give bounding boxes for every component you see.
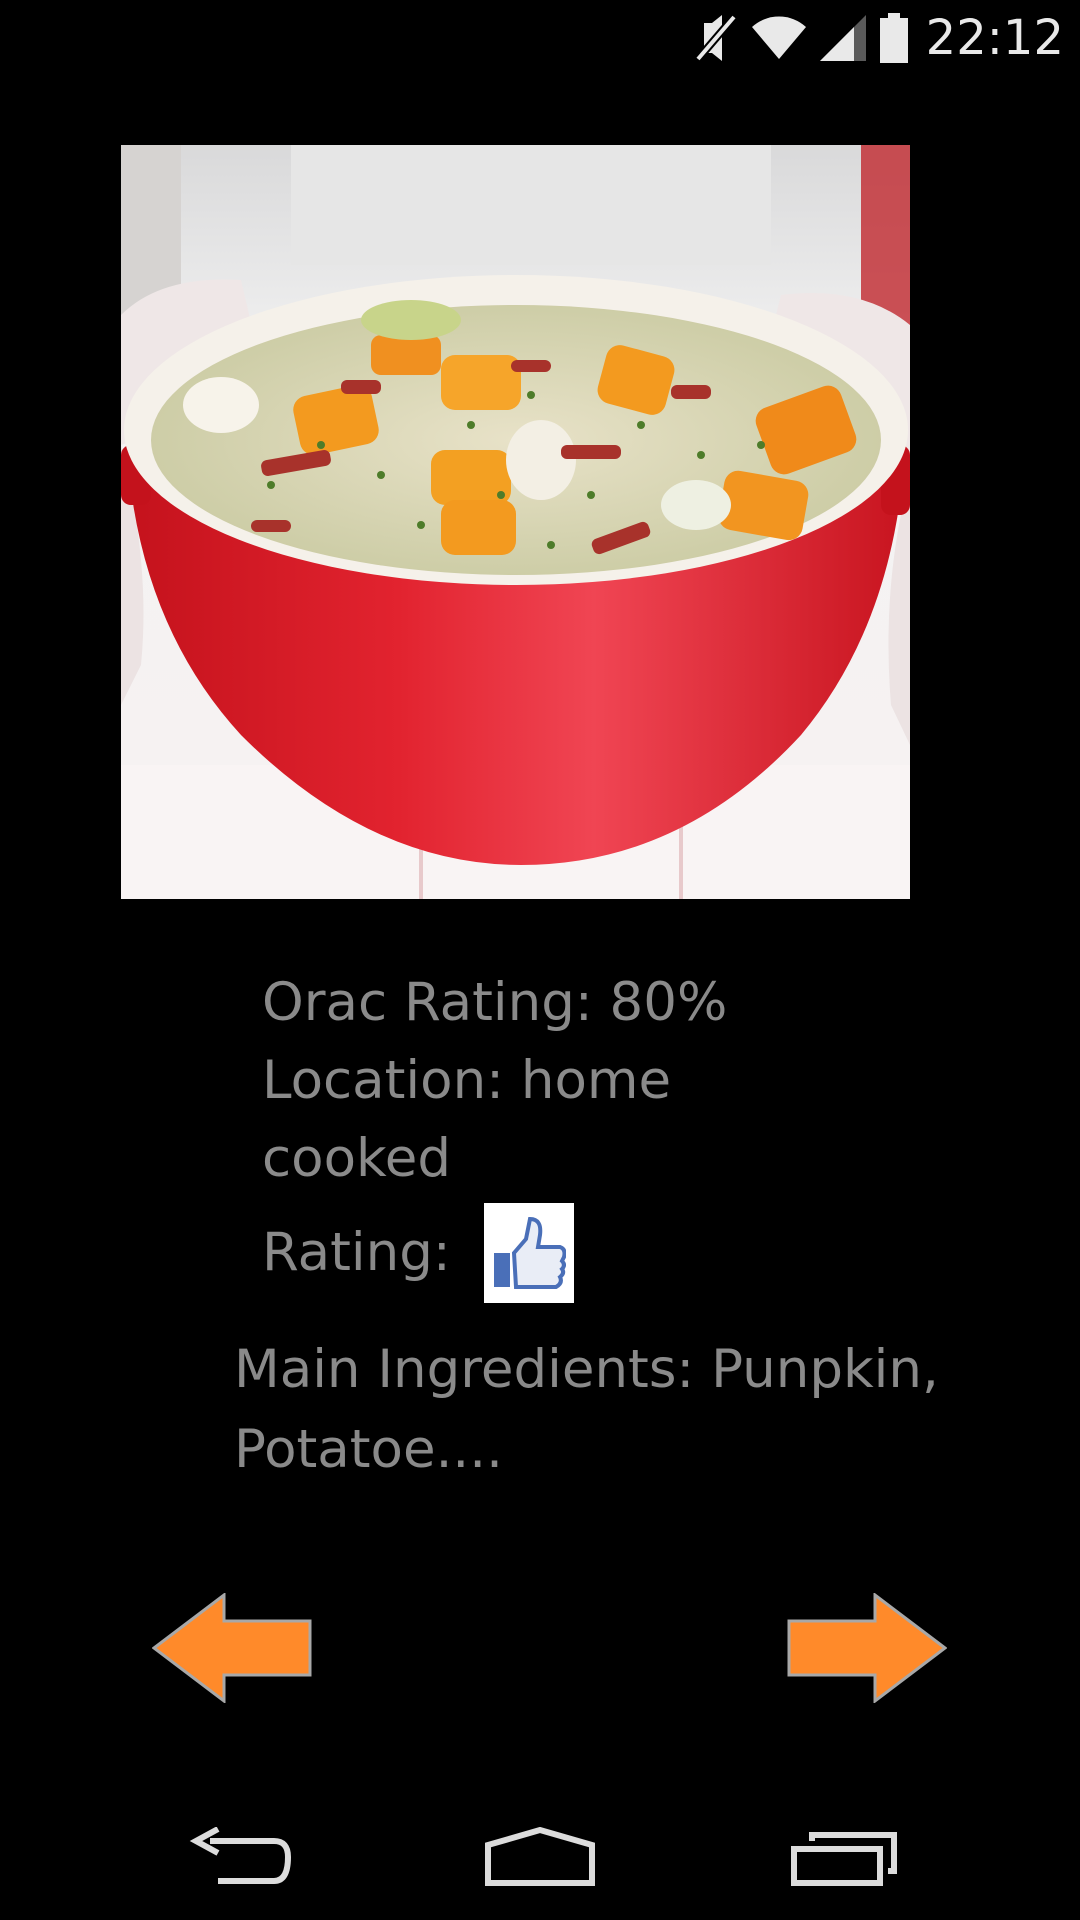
stew-pot-photo	[121, 145, 910, 899]
main-ingredients: Main Ingredients: Punpkin, Potatoe....	[234, 1330, 994, 1490]
back-button[interactable]	[180, 1812, 300, 1902]
thumbs-up-icon[interactable]	[483, 1203, 574, 1303]
home-icon	[485, 1827, 595, 1886]
battery-icon	[879, 13, 908, 63]
dish-info: Orac Rating: 80% Location: home cooked R…	[262, 964, 822, 1308]
home-button[interactable]	[480, 1812, 600, 1902]
ingredients-line-continued: Potatoe....	[234, 1419, 503, 1480]
ingredients-line: Main Ingredients: Punpkin,	[234, 1339, 939, 1400]
recents-button[interactable]	[784, 1812, 904, 1902]
rating-row: Rating:	[262, 1198, 822, 1308]
status-icons: 22:12	[694, 8, 1064, 68]
mute-icon	[694, 13, 738, 63]
signal-icon	[819, 15, 866, 61]
location-line: Location: home	[262, 1050, 672, 1111]
orac-rating: Orac Rating: 80%	[262, 972, 728, 1033]
next-button[interactable]	[785, 1591, 948, 1705]
recents-icon	[791, 1832, 897, 1886]
status-bar: 22:12	[0, 0, 1080, 78]
previous-button[interactable]	[151, 1591, 314, 1705]
arrow-left-icon	[151, 1591, 312, 1705]
system-nav-bar	[0, 1790, 1080, 1920]
back-icon	[189, 1827, 292, 1884]
location-line-continued: cooked	[262, 1128, 452, 1189]
arrow-right-icon	[787, 1591, 948, 1705]
status-time: 22:12	[925, 10, 1064, 66]
rating-label: Rating:	[262, 1222, 451, 1283]
wifi-icon	[751, 15, 806, 61]
